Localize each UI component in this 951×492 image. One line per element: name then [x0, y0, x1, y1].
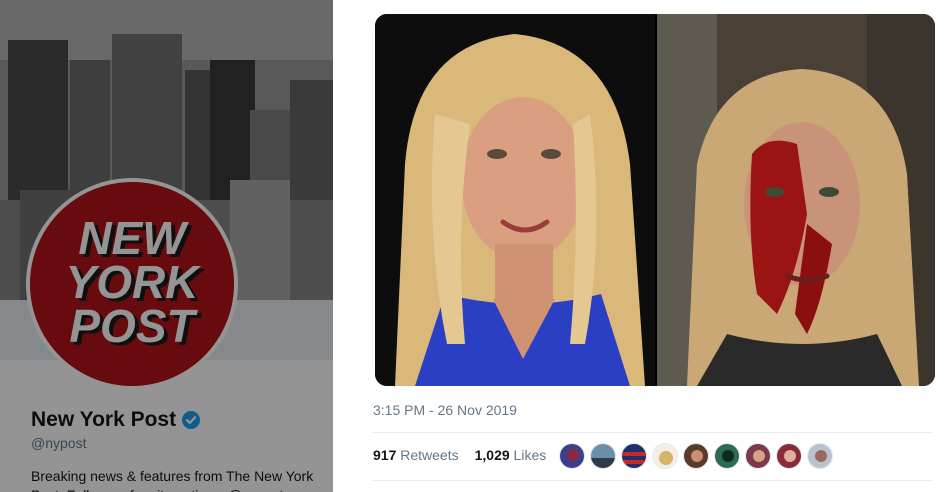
retweets-count[interactable]: 917 — [373, 447, 396, 463]
tweet-photo-1[interactable] — [375, 14, 655, 386]
divider — [373, 480, 933, 481]
tweet-photo-2[interactable] — [657, 14, 935, 386]
tweet-modal: 3:15 PM - 26 Nov 2019 917 Retweets 1,029… — [357, 0, 951, 492]
retweets-stat[interactable]: 917 Retweets — [373, 447, 459, 463]
profile-column: NEW NEW YORK YORK POST POST New York Pos… — [0, 0, 333, 492]
liker-avatar[interactable] — [683, 443, 709, 469]
likes-label[interactable]: Likes — [514, 447, 547, 463]
retweets-label[interactable]: Retweets — [400, 447, 458, 463]
modal-dim-overlay[interactable] — [0, 0, 333, 492]
liker-avatar[interactable] — [807, 443, 833, 469]
likes-count[interactable]: 1,029 — [475, 447, 510, 463]
tweet-stats: 917 Retweets 1,029 Likes — [373, 447, 546, 463]
liker-avatar[interactable] — [745, 443, 771, 469]
liker-avatar[interactable] — [590, 443, 616, 469]
likes-stat[interactable]: 1,029 Likes — [475, 447, 547, 463]
divider — [373, 432, 933, 433]
liker-avatar[interactable] — [621, 443, 647, 469]
liker-avatar[interactable] — [776, 443, 802, 469]
liker-avatar[interactable] — [714, 443, 740, 469]
tweet-media-grid — [375, 14, 935, 386]
liker-avatar[interactable] — [652, 443, 678, 469]
liker-avatars — [559, 443, 833, 469]
liker-avatar[interactable] — [559, 443, 585, 469]
tweet-timestamp[interactable]: 3:15 PM - 26 Nov 2019 — [373, 402, 517, 418]
